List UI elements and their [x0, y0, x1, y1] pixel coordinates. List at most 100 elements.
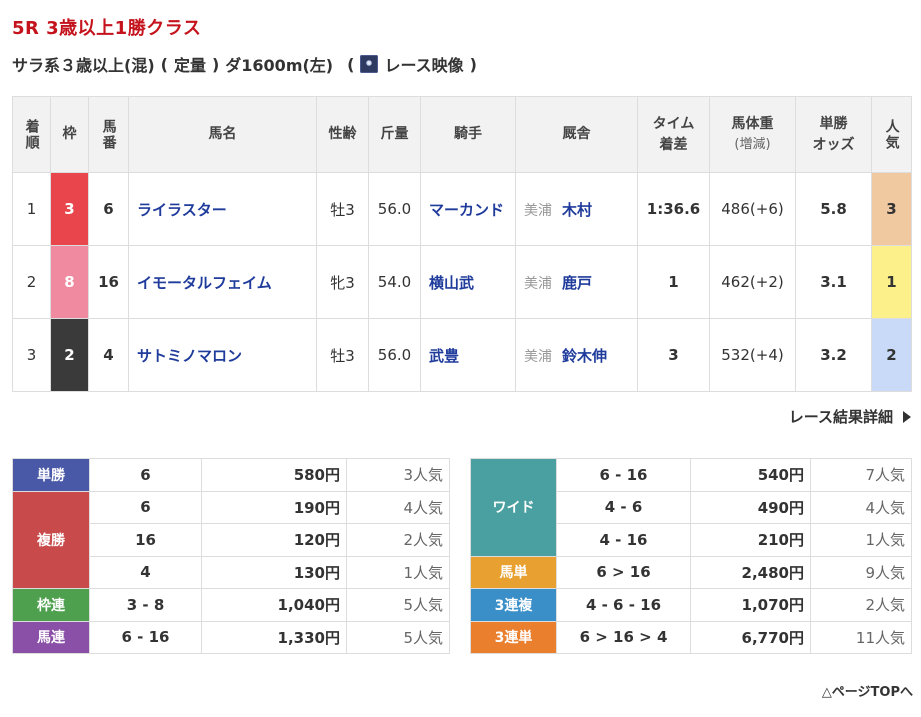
carried-weight: 54.0 [368, 245, 421, 319]
sex-age: 牡3 [316, 318, 369, 392]
header-trainer: 厩舎 [515, 96, 638, 173]
waku-badge: 8 [50, 245, 89, 319]
payout-amount: 1,070円 [690, 588, 811, 622]
payout-amount: 1,040円 [201, 588, 347, 622]
payout-table-right: ワイド 6 - 16 540円 7人気 4 - 6 490円 4人気 4 - 16 210円 1人… [470, 458, 912, 654]
payout-popularity: 1人気 [810, 523, 912, 557]
result-row: 1 3 6 ライラスター 牡3 56.0 マーカンド 美浦 木村 1:36.6 486(+6) 5.8… [12, 172, 912, 246]
header-time-line2: 着差 [659, 136, 688, 153]
header-pop: 人気 [871, 96, 912, 173]
jockey-link[interactable]: 横山武 [420, 245, 516, 319]
result-row: 3 2 4 サトミノマロン 牡3 56.0 武豊 美浦 鈴木伸 3 532(+4) 3.2 2 [12, 318, 912, 392]
jockey-link[interactable]: マーカンド [420, 172, 516, 246]
result-table: 着順 枠 馬番 馬名 性齢 斤量 騎手 厩舎 タイム 着差 馬体重 (増減) 単勝オ… [12, 96, 912, 392]
payout-combination: 6 [89, 490, 202, 524]
race-conditions: サラ系３歳以上(混) ( 定量 ) ダ1600m(左) ( レース映像 ) [12, 52, 483, 76]
payout-popularity: 1人気 [346, 555, 450, 589]
payout-label-umaren: 馬連 [12, 620, 90, 654]
header-horse: 馬名 [128, 96, 317, 173]
header-odds: 単勝 オッズ [795, 96, 872, 173]
payout-row-fukusho: 複勝 6 190円 4人気 [12, 490, 450, 589]
payout-popularity: 2人気 [346, 523, 450, 557]
payout-popularity: 5人気 [346, 588, 450, 622]
payout-combination: 6 > 16 [556, 555, 691, 589]
popularity-badge: 3 [871, 172, 912, 246]
rank: 3 [12, 318, 51, 392]
header-num: 馬番 [88, 96, 129, 173]
jockey-link[interactable]: 武豊 [420, 318, 516, 392]
payout-combination: 6 - 16 [556, 458, 691, 492]
header-odds-line1: 単勝 [819, 116, 848, 133]
race-course: ダ1600m(左) [225, 56, 334, 75]
payout-row-sanrenpuku: 3連複 4 - 6 - 16 1,070円 2人気 [470, 588, 912, 622]
win-odds: 3.1 [795, 245, 872, 319]
result-row: 2 8 16 イモータルフェイム 牝3 54.0 横山武 美浦 鹿戸 1 462(+2) 3.1 1 [12, 245, 912, 319]
payout-label-umatan: 馬単 [470, 555, 557, 589]
payout-amount: 120円 [201, 523, 347, 557]
header-body: 馬体重 (増減) [709, 96, 796, 173]
trainer-cell: 美浦 鈴木伸 [515, 318, 638, 392]
payout-combination: 4 - 16 [556, 523, 691, 557]
payout-combination: 16 [89, 523, 202, 557]
payout-label-sanrenpuku: 3連複 [470, 588, 557, 622]
header-body-line1: 馬体重 [731, 115, 774, 132]
payout-label-fukusho: 複勝 [12, 490, 90, 589]
horse-number: 16 [88, 245, 129, 319]
trainer-link[interactable]: 鈴木伸 [562, 347, 607, 365]
payout-amount: 210円 [690, 523, 811, 557]
payout-amount: 130円 [201, 555, 347, 589]
payout-row-umaren: 馬連 6 - 16 1,330円 5人気 [12, 620, 450, 654]
horse-number: 4 [88, 318, 129, 392]
page-top-link[interactable]: △ページTOPへ [822, 681, 913, 700]
payout-combination: 6 - 16 [89, 620, 202, 654]
payout-label-wide: ワイド [470, 458, 557, 557]
waku-badge: 2 [50, 318, 89, 392]
header-waku: 枠 [50, 96, 89, 173]
header-weight: 斤量 [368, 96, 421, 173]
popularity-badge: 1 [871, 245, 912, 319]
race-detail-label: レース結果詳細 [788, 408, 893, 426]
trainer-cell: 美浦 鹿戸 [515, 245, 638, 319]
payout-combination: 3 - 8 [89, 588, 202, 622]
race-detail-link[interactable]: レース結果詳細 [789, 406, 911, 427]
payout-row-wakuren: 枠連 3 - 8 1,040円 5人気 [12, 588, 450, 622]
video-label: レース映像 [384, 56, 464, 75]
trainer-link[interactable]: 木村 [562, 201, 592, 219]
header-sexage: 性齢 [316, 96, 369, 173]
win-odds: 3.2 [795, 318, 872, 392]
payout-popularity: 3人気 [346, 458, 450, 492]
waku-badge: 3 [50, 172, 89, 246]
payout-popularity: 5人気 [346, 620, 450, 654]
header-time-line1: タイム [652, 116, 695, 133]
payout-amount: 190円 [201, 490, 347, 524]
weight-rule: 定量 [173, 56, 206, 75]
payout-row-umatan: 馬単 6 > 16 2,480円 9人気 [470, 555, 912, 589]
paren-open: ( [160, 54, 168, 74]
trainer-link[interactable]: 鹿戸 [562, 274, 592, 292]
horse-name-link[interactable]: サトミノマロン [128, 318, 317, 392]
header-odds-line2: オッズ [812, 136, 855, 153]
payout-popularity: 11人気 [810, 620, 912, 654]
payout-combination: 6 > 16 > 4 [556, 620, 691, 654]
payout-popularity: 9人気 [810, 555, 912, 589]
payout-table-left: 単勝 6 580円 3人気 複勝 6 190円 4人気 16 120円 2人気 4 130円 1人気 枠連 3… [12, 458, 450, 654]
payout-label-tansho: 単勝 [12, 458, 90, 492]
win-odds: 5.8 [795, 172, 872, 246]
time-margin: 3 [637, 318, 710, 392]
horse-name-link[interactable]: ライラスター [128, 172, 317, 246]
carried-weight: 56.0 [368, 318, 421, 392]
horse-name-link[interactable]: イモータルフェイム [128, 245, 317, 319]
arrow-right-icon [903, 410, 911, 423]
race-video-link[interactable]: レース映像 [360, 52, 464, 76]
rank: 1 [12, 172, 51, 246]
payout-amount: 6,770円 [690, 620, 811, 654]
race-class: サラ系３歳以上(混) [12, 56, 155, 75]
rank: 2 [12, 245, 51, 319]
sex-age: 牝3 [316, 245, 369, 319]
header-body-line2: (増減) [734, 137, 771, 153]
payout-amount: 1,330円 [201, 620, 347, 654]
trainer-belong: 美浦 [524, 202, 552, 219]
body-weight: 486(+6) [709, 172, 796, 246]
time-margin: 1:36.6 [637, 172, 710, 246]
header-rank: 着順 [12, 96, 51, 173]
